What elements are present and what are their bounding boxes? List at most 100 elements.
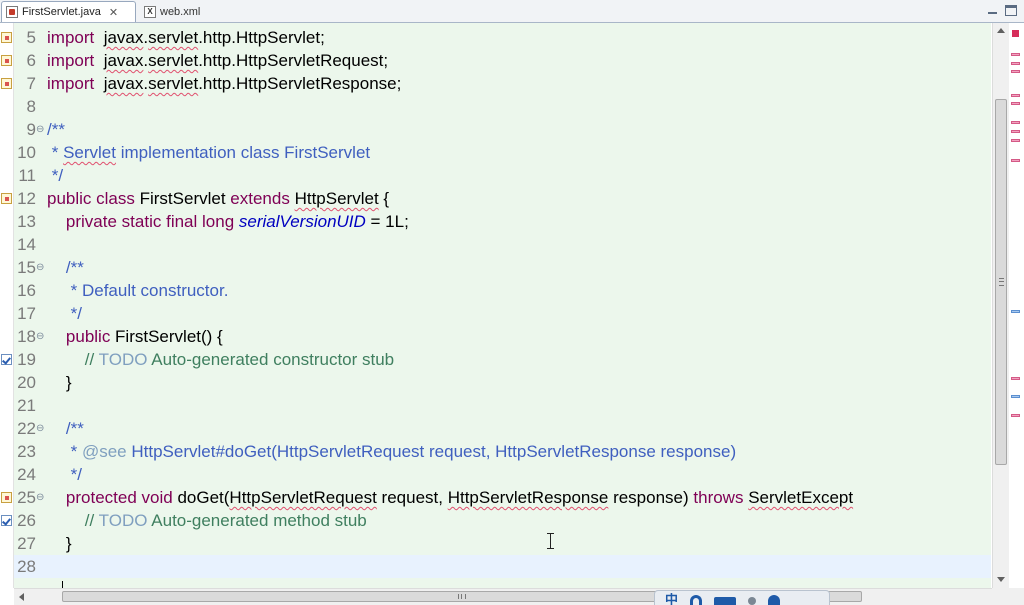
code-line[interactable]: 12 public class FirstServlet extends Http… (14, 187, 991, 210)
grip-icon (458, 594, 466, 599)
punctuation-dot-icon[interactable] (748, 597, 757, 605)
code-line[interactable]: 25 ⊖ protected void doGet(HttpServletRequ… (14, 486, 991, 509)
warning-annotation-marker[interactable] (1011, 139, 1020, 142)
tab-label: web.xml (160, 5, 201, 18)
code-line[interactable]: 20 } (14, 371, 991, 394)
code-line[interactable]: 5 import javax.servlet.http.HttpServlet; (14, 26, 991, 49)
code-text: import javax.servlet.http.HttpServletRes… (47, 74, 402, 93)
warning-annotation-marker[interactable] (1011, 70, 1020, 73)
code-line[interactable]: 13 private static final long serialVersi… (14, 210, 991, 233)
task-annotation-marker[interactable] (1011, 310, 1020, 313)
maximize-icon[interactable] (1005, 5, 1017, 16)
code-line[interactable]: 7 import javax.servlet.http.HttpServletRe… (14, 72, 991, 95)
code-line[interactable]: 21 (14, 394, 991, 417)
fold-collapse-icon[interactable]: ⊖ (36, 118, 44, 141)
code-line[interactable]: 23 * @see HttpServlet#doGet(HttpServletR… (14, 440, 991, 463)
scroll-left-arrow-icon[interactable] (19, 593, 24, 601)
minimize-icon[interactable] (986, 3, 1000, 17)
line-number: 11 (18, 166, 36, 185)
tab-label: FirstServlet.java (22, 6, 101, 18)
error-summary-icon[interactable] (1012, 30, 1019, 37)
line-number: 27 (17, 534, 36, 553)
ime-settings-icon[interactable] (768, 595, 781, 605)
code-line[interactable]: 10 * Servlet implementation class FirstS… (14, 141, 991, 164)
code-line[interactable]: 28 (14, 555, 991, 578)
code-text: public class FirstServlet extends HttpSe… (47, 189, 390, 208)
line-number: 21 (17, 396, 36, 415)
task-annotation-marker[interactable] (1011, 395, 1020, 398)
ime-language-bar[interactable]: 中 (654, 590, 830, 605)
half-width-moon-icon[interactable] (690, 595, 703, 605)
warning-marker-icon[interactable] (1, 55, 12, 66)
line-number: 18 (17, 327, 36, 346)
line-number: 20 (17, 373, 36, 392)
code-line[interactable]: 27 } (14, 532, 991, 555)
code-text: // TODO Auto-generated constructor stub (84, 350, 395, 369)
vertical-ruler[interactable] (0, 23, 14, 588)
scrollbar-corner (992, 588, 1024, 605)
warning-marker-icon[interactable] (1, 78, 12, 89)
code-line[interactable]: 26 // TODO Auto-generated method stub (14, 509, 991, 532)
line-number: 14 (17, 235, 36, 254)
code-line[interactable]: 18 ⊖ public FirstServlet() { (14, 325, 991, 348)
code-line[interactable]: 15 ⊖ /** (14, 256, 991, 279)
code-line[interactable]: 8 (14, 95, 991, 118)
code-line[interactable]: 19 // TODO Auto-generated constructor st… (14, 348, 991, 371)
warning-annotation-marker[interactable] (1011, 102, 1020, 105)
tab-web-xml[interactable]: X web.xml (140, 1, 226, 22)
line-number: 17 (17, 304, 36, 323)
code-text: /** (65, 258, 84, 277)
fold-collapse-icon[interactable]: ⊖ (36, 486, 44, 509)
code-text: */ (47, 166, 64, 185)
overview-ruler[interactable] (1009, 23, 1024, 588)
code-text: protected void doGet(HttpServletRequest … (65, 488, 854, 507)
code-editor[interactable]: 5 import javax.servlet.http.HttpServlet; 6… (14, 23, 991, 588)
warning-annotation-marker[interactable] (1011, 62, 1020, 65)
code-text: // TODO Auto-generated method stub (84, 511, 367, 530)
ime-chinese-mode-button[interactable]: 中 (665, 593, 678, 605)
scroll-up-arrow-icon[interactable] (997, 28, 1005, 33)
close-icon[interactable]: ✕ (109, 6, 118, 19)
code-line[interactable]: 6 import javax.servlet.http.HttpServletRe… (14, 49, 991, 72)
scroll-down-arrow-icon[interactable] (997, 577, 1005, 582)
code-line[interactable]: 22 ⊖ /** (14, 417, 991, 440)
code-line[interactable]: 24 */ (14, 463, 991, 486)
warning-annotation-marker[interactable] (1011, 121, 1020, 124)
tab-firstservlet-java[interactable]: FirstServlet.java ✕ (1, 1, 136, 22)
warning-marker-icon[interactable] (1, 32, 12, 43)
warning-annotation-marker[interactable] (1011, 53, 1020, 56)
line-number: 28 (17, 557, 36, 576)
soft-keyboard-icon[interactable] (714, 597, 737, 605)
vertical-scroll-thumb[interactable] (995, 99, 1007, 465)
fold-collapse-icon[interactable]: ⊖ (36, 417, 44, 440)
code-text: public FirstServlet() { (65, 327, 223, 346)
code-line[interactable]: 17 */ (14, 302, 991, 325)
horizontal-scrollbar[interactable] (14, 588, 992, 605)
line-number: 13 (17, 212, 36, 231)
editor-tab-bar: FirstServlet.java ✕ X web.xml (0, 0, 1024, 23)
code-text: */ (65, 465, 82, 484)
code-line[interactable]: 9 ⊖/** (14, 118, 991, 141)
code-text: * @see HttpServlet#doGet(HttpServletRequ… (65, 442, 737, 461)
line-number: 12 (17, 189, 36, 208)
line-number: 8 (26, 97, 36, 116)
warning-annotation-marker[interactable] (1011, 130, 1020, 133)
warning-marker-icon[interactable] (1, 492, 12, 503)
code-text: import javax.servlet.http.HttpServlet; (47, 28, 325, 47)
task-marker-icon[interactable] (1, 354, 12, 365)
fold-collapse-icon[interactable]: ⊖ (36, 256, 44, 279)
task-marker-icon[interactable] (1, 515, 12, 526)
code-line[interactable]: 14 (14, 233, 991, 256)
line-number: 26 (17, 511, 36, 530)
fold-collapse-icon[interactable]: ⊖ (36, 325, 44, 348)
warning-annotation-marker[interactable] (1011, 94, 1020, 97)
warning-annotation-marker[interactable] (1011, 414, 1020, 417)
code-line[interactable]: 16 * Default constructor. (14, 279, 991, 302)
line-number: 25 (17, 488, 36, 507)
code-line[interactable]: 11 */ (14, 164, 991, 187)
line-number: 9 (26, 120, 36, 139)
warning-annotation-marker[interactable] (1011, 159, 1020, 162)
warning-marker-icon[interactable] (1, 193, 12, 204)
warning-annotation-marker[interactable] (1011, 377, 1020, 380)
vertical-scrollbar[interactable] (992, 23, 1009, 588)
